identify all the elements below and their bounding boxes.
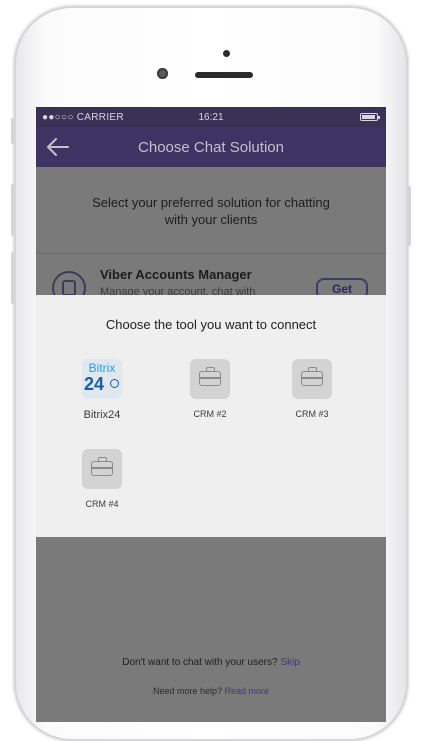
read-more-link[interactable]: Read more (225, 686, 270, 696)
volume-up-button (11, 184, 14, 236)
help-prompt: Need more help? Read more (36, 686, 386, 696)
volume-down-button (11, 252, 14, 304)
briefcase-icon (91, 457, 113, 476)
briefcase-icon (301, 367, 323, 386)
briefcase-tile (292, 359, 332, 399)
power-button (408, 186, 411, 246)
tool-picker-modal: Choose the tool you want to connect Bitr… (36, 295, 386, 537)
clock-time: 16:21 (198, 112, 224, 123)
clock-icon (110, 379, 119, 388)
front-camera (223, 50, 230, 57)
bitrix-logo-word: Bitrix (88, 361, 116, 375)
vam-title: Viber Accounts Manager (100, 267, 252, 282)
tool-crm-2[interactable]: CRM #2 (170, 359, 250, 419)
bitrix24-logo: Bitrix 24 (82, 359, 122, 399)
skip-prompt-text: Don't want to chat with your users? (122, 657, 278, 668)
intro-line-2: with your clients (164, 212, 258, 227)
tool-label: Bitrix24 (83, 409, 121, 421)
tool-crm-4[interactable]: CRM #4 (62, 449, 142, 509)
battery-icon (360, 113, 380, 121)
tool-label: CRM #2 (193, 409, 227, 419)
tool-label: CRM #3 (295, 409, 329, 419)
divider (36, 253, 386, 254)
intro-line-1: Select your preferred solution for chatt… (92, 195, 330, 210)
mute-switch (11, 118, 14, 144)
briefcase-tile (190, 359, 230, 399)
briefcase-tile (82, 449, 122, 489)
tool-bitrix24[interactable]: Bitrix 24 Bitrix24 (62, 359, 142, 421)
viber-accounts-manager-row[interactable]: Viber Accounts Manager Manage your accou… (36, 257, 386, 305)
tool-crm-3[interactable]: CRM #3 (272, 359, 352, 419)
status-bar: ●●○○○ CARRIER 16:21 (36, 107, 386, 127)
app-screen: ●●○○○ CARRIER 16:21 Choose Chat Solution… (36, 107, 386, 722)
briefcase-icon (199, 367, 221, 386)
earpiece-speaker (195, 72, 253, 78)
tool-label: CRM #4 (85, 499, 119, 509)
navigation-bar: Choose Chat Solution (36, 127, 386, 167)
skip-prompt: Don't want to chat with your users? Skip (36, 657, 386, 668)
proximity-sensor (157, 68, 168, 79)
bitrix-logo-number: 24 (84, 374, 105, 394)
help-prompt-text: Need more help? (152, 686, 222, 696)
skip-link[interactable]: Skip (280, 657, 299, 668)
modal-title: Choose the tool you want to connect (105, 317, 317, 332)
page-title: Choose Chat Solution (138, 139, 284, 156)
intro-text: Select your preferred solution for chatt… (76, 194, 346, 228)
